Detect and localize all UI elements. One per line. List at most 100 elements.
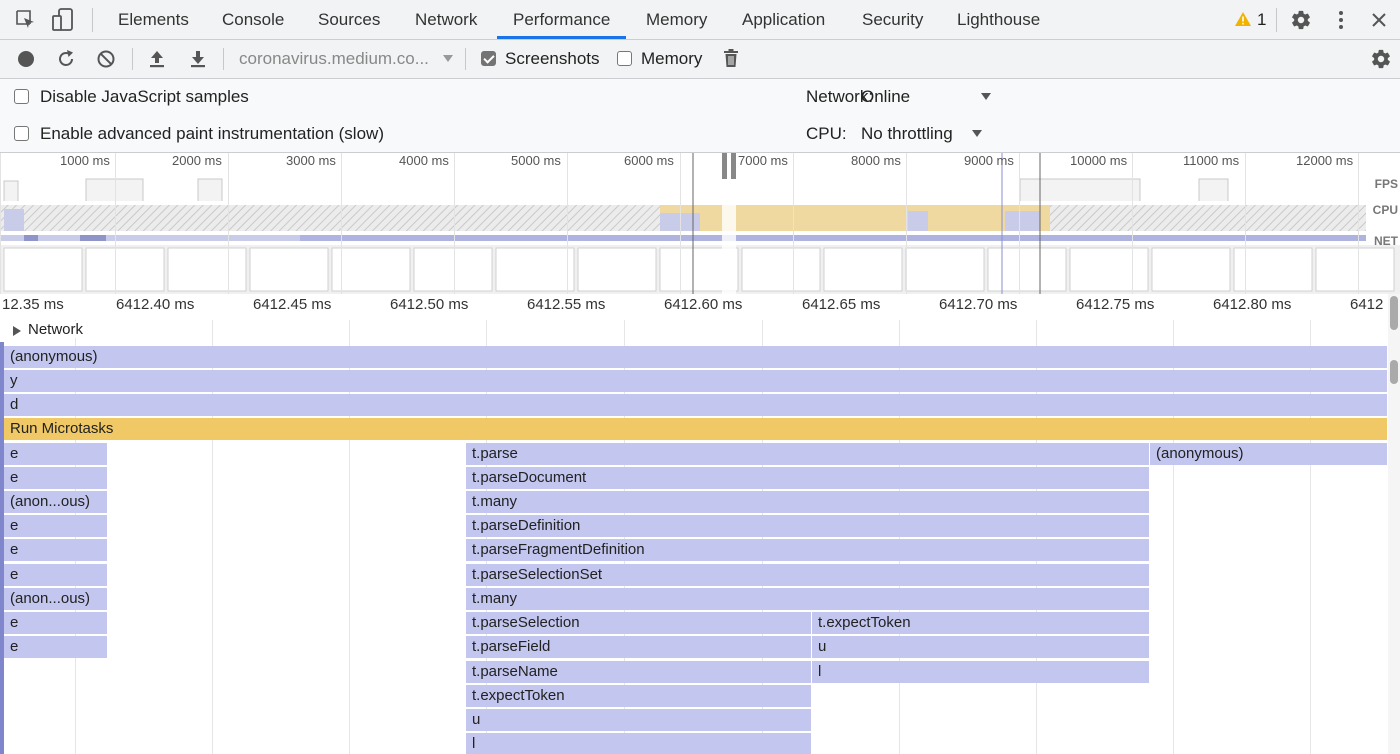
tab-elements[interactable]: Elements — [118, 0, 189, 39]
capture-settings-icon[interactable] — [1370, 48, 1392, 70]
overview-tick: 6000 ms — [624, 153, 674, 168]
flame-entry[interactable]: (anon...ous) — [4, 491, 108, 513]
flame-entry[interactable]: u — [812, 636, 1150, 658]
record-icon[interactable] — [17, 50, 35, 68]
flame-entry[interactable]: e — [4, 443, 108, 465]
flame-entry[interactable]: l — [466, 733, 812, 754]
ruler-tick: 6412.60 ms — [664, 296, 743, 313]
overview-graphics — [0, 153, 1400, 294]
ruler-tick: 6412.75 ms — [1076, 296, 1155, 313]
toolbar-divider — [1276, 8, 1277, 32]
flame-entry[interactable]: u — [466, 709, 812, 731]
overview-tick: 10000 ms — [1070, 153, 1128, 168]
enable-paint-instrumentation-label: Enable advanced paint instrumentation (s… — [40, 124, 384, 143]
garbage-collect-icon[interactable] — [723, 48, 739, 68]
flame-entry[interactable]: e — [4, 564, 108, 586]
warnings-count: 1 — [1257, 10, 1267, 29]
expand-triangle-icon — [13, 326, 21, 336]
close-icon[interactable] — [1371, 12, 1387, 28]
flame-entry[interactable]: (anonymous) — [4, 346, 1388, 368]
ruler-tick: 6412 — [1350, 296, 1384, 313]
network-throttle-select[interactable]: Online — [861, 85, 993, 109]
flame-entry[interactable]: e — [4, 515, 108, 537]
tab-memory[interactable]: Memory — [646, 0, 707, 39]
chevron-down-icon — [972, 130, 982, 137]
flame-entry[interactable]: (anonymous) — [1150, 443, 1388, 465]
tab-application[interactable]: Application — [742, 0, 825, 39]
device-toolbar-icon[interactable] — [52, 8, 74, 32]
network-throttle-value: Online — [861, 87, 911, 106]
overview-tick: 5000 ms — [511, 153, 561, 168]
scrollbar-thumb-top[interactable] — [1390, 296, 1398, 330]
cpu-throttle-select[interactable]: No throttling — [861, 122, 993, 146]
flame-entry[interactable]: t.parseSelectionSet — [466, 564, 1150, 586]
flame-entry[interactable]: e — [4, 636, 108, 658]
flame-entry[interactable]: t.parseSelection — [466, 612, 812, 634]
flame-entry[interactable]: t.expectToken — [466, 685, 812, 707]
profile-select[interactable]: coronavirus.medium.co... — [239, 48, 457, 70]
tab-network[interactable]: Network — [415, 0, 477, 39]
tab-performance[interactable]: Performance — [497, 0, 627, 39]
flame-entry[interactable]: t.parseName — [466, 661, 812, 683]
cpu-track-label: CPU — [1372, 203, 1398, 217]
disable-js-samples-checkbox[interactable] — [14, 89, 29, 104]
tab-security[interactable]: Security — [862, 0, 923, 39]
overview-gridline — [793, 153, 794, 294]
enable-paint-instrumentation-checkbox[interactable] — [14, 126, 29, 141]
more-options-icon[interactable] — [1336, 10, 1346, 30]
network-section-header[interactable]: Network — [0, 320, 1388, 342]
flame-entry[interactable]: t.parseDocument — [466, 467, 1150, 489]
flame-entry[interactable]: t.parse — [466, 443, 1150, 465]
reload-record-icon[interactable] — [56, 49, 76, 69]
overview-tick: 12000 ms — [1296, 153, 1354, 168]
flame-chart[interactable]: Network (anonymous) y d Run Microtasks e… — [0, 320, 1388, 754]
overview-tick: 2000 ms — [172, 153, 222, 168]
scrollbar-thumb[interactable] — [1390, 360, 1398, 384]
flame-entry[interactable]: y — [4, 370, 1388, 392]
tab-sources[interactable]: Sources — [318, 0, 380, 39]
flame-entry[interactable]: e — [4, 612, 108, 634]
ruler-tick: 6412.70 ms — [939, 296, 1018, 313]
overview-gridline — [228, 153, 229, 294]
flame-chart-scrollbar[interactable] — [1388, 294, 1400, 754]
performance-toolbar: coronavirus.medium.co... Screenshots Mem… — [0, 40, 1400, 79]
flame-entry[interactable]: d — [4, 394, 1388, 416]
timeline-overview[interactable]: 1000 ms 2000 ms 3000 ms 4000 ms 5000 ms … — [0, 153, 1400, 295]
overview-tick: 11000 ms — [1183, 153, 1240, 168]
flame-entry[interactable]: t.parseField — [466, 636, 812, 658]
ruler-tick: 6412.65 ms — [802, 296, 881, 313]
overview-tick: 8000 ms — [851, 153, 901, 168]
flame-entry[interactable]: t.many — [466, 491, 1150, 513]
disable-js-samples-label: Disable JavaScript samples — [40, 87, 249, 106]
toolbar-divider — [465, 48, 466, 70]
devtools-tab-bar: Elements Console Sources Network Perform… — [0, 0, 1400, 40]
screenshots-checkbox[interactable] — [481, 51, 496, 66]
flame-entry[interactable]: t.parseDefinition — [466, 515, 1150, 537]
clear-icon[interactable] — [96, 49, 116, 69]
overview-gridline — [680, 153, 681, 294]
inspect-element-icon[interactable] — [16, 10, 36, 30]
flame-entry[interactable]: e — [4, 467, 108, 489]
cpu-throttle-value: No throttling — [861, 124, 953, 143]
warning-icon — [1235, 12, 1251, 26]
tab-console[interactable]: Console — [222, 0, 284, 39]
flame-entry[interactable]: e — [4, 539, 108, 561]
ruler-tick: 6412.80 ms — [1213, 296, 1292, 313]
flame-entry[interactable]: t.parseFragmentDefinition — [466, 539, 1150, 561]
toolbar-divider — [132, 48, 133, 70]
flame-entry-microtasks[interactable]: Run Microtasks — [4, 418, 1388, 440]
save-profile-icon[interactable] — [189, 49, 207, 69]
toolbar-divider — [223, 48, 224, 70]
overview-gridline — [1358, 153, 1359, 294]
overview-gridline — [1019, 153, 1020, 294]
flame-entry[interactable]: (anon...ous) — [4, 588, 108, 610]
flame-entry[interactable]: t.expectToken — [812, 612, 1150, 634]
settings-gear-icon[interactable] — [1290, 9, 1312, 31]
toolbar-divider — [92, 8, 93, 32]
flame-entry[interactable]: t.many — [466, 588, 1150, 610]
load-profile-icon[interactable] — [148, 49, 166, 69]
flame-entry[interactable]: l — [812, 661, 1150, 683]
memory-checkbox[interactable] — [617, 51, 632, 66]
tab-lighthouse[interactable]: Lighthouse — [957, 0, 1040, 39]
overview-tick: 9000 ms — [964, 153, 1014, 168]
